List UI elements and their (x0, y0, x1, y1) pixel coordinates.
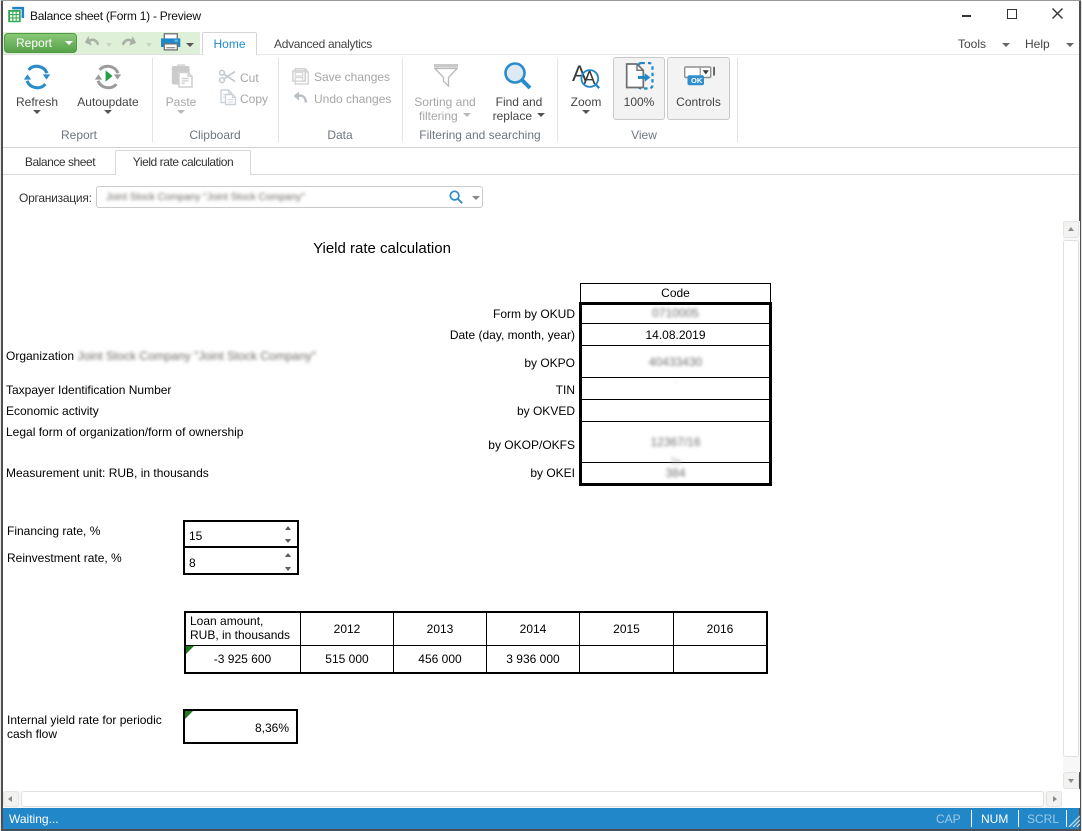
svg-text:OK: OK (691, 76, 703, 85)
